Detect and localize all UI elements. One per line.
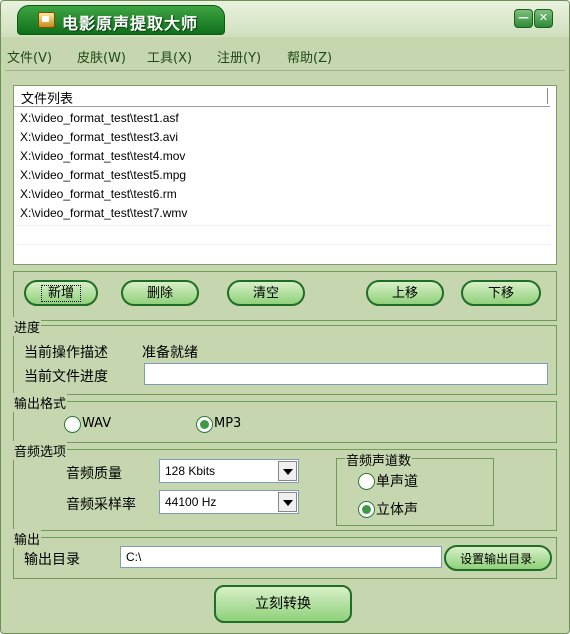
progress-group: 进度 当前操作描述 准备就绪 当前文件进度 — [13, 317, 557, 395]
add-button[interactable]: 新增 — [24, 280, 98, 306]
main-window: 电影原声提取大师 — ✕ 文件(V) 皮肤(W) 工具(X) 注册(Y) 帮助(… — [0, 0, 570, 634]
menu-help[interactable]: 帮助(Z) — [287, 47, 332, 66]
file-list-item[interactable]: X:\video_format_test\test4.mov — [20, 149, 185, 163]
title-tab: 电影原声提取大师 — [17, 5, 225, 35]
menu-file[interactable]: 文件(V) — [7, 47, 52, 66]
action-button-group: 新增 删除 清空 上移 下移 — [13, 271, 557, 321]
file-list-header[interactable]: 文件列表 — [14, 86, 550, 107]
audio-options-legend: 音频选项 — [13, 441, 68, 460]
minimize-button[interactable]: — — [514, 9, 533, 28]
convert-now-button[interactable]: 立刻转换 — [214, 585, 352, 623]
title-bar[interactable]: 电影原声提取大师 — ✕ — [1, 1, 569, 37]
menu-bar: 文件(V) 皮肤(W) 工具(X) 注册(Y) 帮助(Z) — [1, 45, 569, 67]
file-list-item[interactable]: X:\video_format_test\test7.wmv — [20, 206, 187, 220]
file-list-item[interactable]: X:\video_format_test\test3.avi — [20, 130, 178, 144]
sample-rate-label: 音频采样率 — [66, 497, 136, 513]
window-title: 电影原声提取大师 — [62, 14, 199, 33]
mp3-radio[interactable] — [196, 416, 213, 433]
mp3-label: MP3 — [214, 416, 242, 431]
file-list-column-label: 文件列表 — [21, 92, 74, 107]
output-legend: 输出 — [13, 529, 42, 548]
menu-tools[interactable]: 工具(X) — [147, 47, 192, 66]
column-divider — [547, 88, 548, 104]
file-list-item[interactable]: X:\video_format_test\test6.rm — [20, 187, 177, 201]
mono-radio[interactable] — [358, 473, 375, 490]
menu-skin[interactable]: 皮肤(W) — [77, 47, 126, 66]
quality-label: 音频质量 — [66, 466, 122, 482]
output-dir-input[interactable]: C:\ — [120, 546, 442, 568]
operation-label: 当前操作描述 — [24, 345, 108, 361]
channels-legend: 音频声道数 — [345, 450, 413, 469]
file-list-item[interactable]: X:\video_format_test\test5.mpg — [20, 168, 186, 182]
output-format-group: 输出格式 WAV MP3 — [13, 393, 557, 443]
quality-dropdown-arrow-icon[interactable] — [278, 461, 297, 481]
file-progress-bar — [144, 363, 548, 385]
close-button[interactable]: ✕ — [534, 9, 553, 28]
quality-select[interactable]: 128 Kbits — [159, 459, 299, 483]
channels-group: 音频声道数 单声道 立体声 — [336, 450, 494, 526]
file-progress-label: 当前文件进度 — [24, 369, 108, 385]
file-list[interactable]: 文件列表 X:\video_format_test\test1.asf X:\v… — [13, 85, 557, 265]
progress-legend: 进度 — [13, 317, 42, 336]
move-up-button[interactable]: 上移 — [366, 280, 444, 306]
sample-rate-dropdown-arrow-icon[interactable] — [278, 492, 297, 512]
clear-button[interactable]: 清空 — [227, 280, 305, 306]
audio-options-group: 音频选项 音频质量 128 Kbits 音频采样率 44100 Hz 音频声道数… — [13, 441, 557, 531]
add-button-label: 新增 — [40, 285, 82, 302]
output-dir-label: 输出目录 — [24, 552, 80, 568]
sample-rate-value: 44100 Hz — [165, 495, 217, 509]
operation-status: 准备就绪 — [142, 345, 198, 361]
sample-rate-select[interactable]: 44100 Hz — [159, 490, 299, 514]
wav-radio[interactable] — [64, 416, 81, 433]
move-down-button[interactable]: 下移 — [461, 280, 541, 306]
menu-register[interactable]: 注册(Y) — [217, 47, 261, 66]
output-group: 输出 输出目录 C:\ 设置输出目录. — [13, 529, 557, 579]
delete-button[interactable]: 删除 — [121, 280, 199, 306]
stereo-label: 立体声 — [376, 502, 418, 518]
wav-label: WAV — [82, 416, 112, 431]
empty-row-line — [15, 244, 551, 245]
empty-row-line — [15, 225, 551, 226]
set-output-dir-button[interactable]: 设置输出目录. — [444, 545, 552, 571]
quality-value: 128 Kbits — [165, 464, 216, 478]
menu-divider — [5, 70, 565, 71]
file-list-item[interactable]: X:\video_format_test\test1.asf — [20, 111, 179, 125]
output-format-legend: 输出格式 — [13, 393, 68, 412]
app-icon — [38, 12, 55, 28]
mono-label: 单声道 — [376, 474, 418, 490]
stereo-radio[interactable] — [358, 501, 375, 518]
